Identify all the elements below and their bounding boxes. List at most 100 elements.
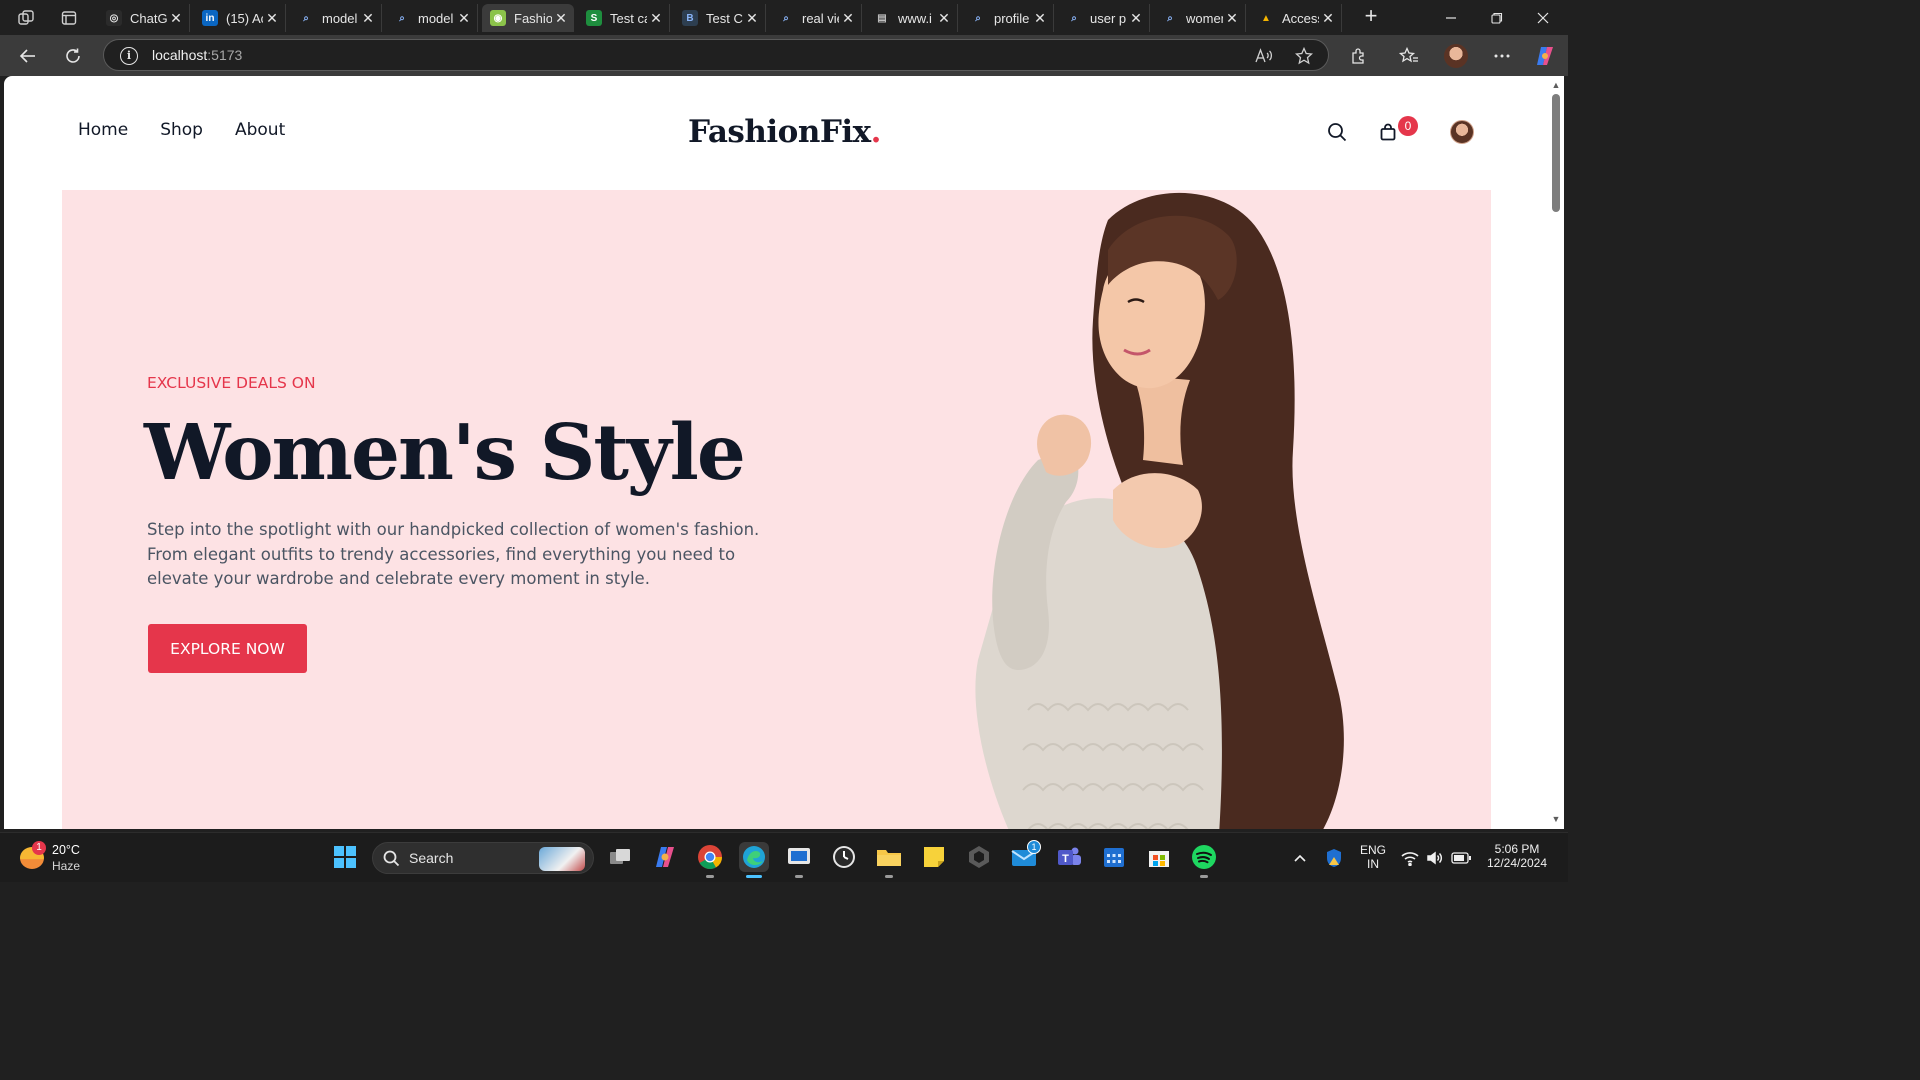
- logo-dot: .: [870, 114, 882, 150]
- site-logo[interactable]: FashionFix.: [688, 114, 881, 150]
- tab-close-icon[interactable]: ✕: [839, 10, 857, 27]
- language-indicator[interactable]: ENG IN: [1356, 843, 1390, 871]
- cart-bag-icon[interactable]: [1376, 120, 1400, 144]
- nav-link-about[interactable]: About: [235, 120, 285, 140]
- copilot-taskbar-icon[interactable]: [650, 842, 680, 872]
- taskbar-search-icon: [383, 850, 400, 867]
- show-hidden-icons-chevron-icon[interactable]: [1290, 848, 1310, 868]
- drive-icon: ▲: [1261, 12, 1271, 24]
- volume-icon[interactable]: [1425, 848, 1445, 868]
- nav-link-shop[interactable]: Shop: [160, 120, 203, 140]
- tab-close-icon[interactable]: ✕: [263, 10, 281, 27]
- battery-icon[interactable]: [1451, 848, 1471, 868]
- edge-icon[interactable]: [739, 842, 769, 878]
- restore-window-button[interactable]: [1474, 0, 1520, 35]
- read-aloud-icon[interactable]: [1253, 46, 1275, 66]
- system-clock[interactable]: 5:06 PM 12/24/2024: [1478, 842, 1556, 870]
- clock-date: 12/24/2024: [1486, 856, 1548, 870]
- remote-desktop-icon[interactable]: [784, 842, 814, 878]
- defender-shield-icon[interactable]: [1324, 848, 1344, 868]
- hero-description: Step into the spotlight with our handpic…: [147, 520, 760, 588]
- tab-title: Access: [1282, 10, 1319, 26]
- file-explorer-icon[interactable]: [874, 842, 904, 878]
- tab-close-icon[interactable]: ✕: [455, 10, 473, 27]
- scrollbar-thumb[interactable]: [1552, 94, 1560, 212]
- browser-tab[interactable]: ◎ ChatGPT✕: [98, 4, 190, 32]
- scroll-down-icon[interactable]: ▼: [1551, 814, 1561, 824]
- tab-title: Test Cases: [706, 10, 743, 26]
- browser-tab[interactable]: ⌕ model ✕: [386, 4, 478, 32]
- clock-app-icon[interactable]: [829, 842, 859, 872]
- remote-running-indicator: [795, 875, 803, 878]
- search-icon[interactable]: [1325, 120, 1349, 144]
- browser-tab[interactable]: in (15) Activity✕: [194, 4, 286, 32]
- address-host: localhost: [152, 47, 208, 63]
- more-options-icon[interactable]: [1489, 43, 1515, 69]
- tab-close-icon[interactable]: ✕: [359, 10, 377, 27]
- tab-actions-icon[interactable]: [57, 6, 81, 30]
- address-port: :5173: [207, 47, 243, 63]
- task-view-icon[interactable]: [605, 842, 635, 872]
- tab-close-icon[interactable]: ✕: [935, 10, 953, 27]
- tab-title: (15) Activity: [226, 10, 263, 26]
- tab-close-icon[interactable]: ✕: [167, 10, 185, 27]
- hero-banner: EXCLUSIVE DEALS ON Women's Style Step in…: [62, 190, 1491, 829]
- browser-tab[interactable]: ⌕ user p ✕: [1058, 4, 1150, 32]
- copilot-icon[interactable]: [1532, 43, 1558, 69]
- browser-tab[interactable]: ◉ FashionFix✕: [482, 4, 574, 32]
- address-url[interactable]: localhost:5173: [152, 47, 242, 63]
- tab-close-icon[interactable]: ✕: [552, 10, 570, 27]
- profile-avatar[interactable]: [1443, 43, 1469, 69]
- tab-title: profile: [994, 10, 1030, 26]
- tab-close-icon[interactable]: ✕: [1223, 10, 1241, 27]
- browser-tab[interactable]: ⌕ women✕: [1154, 4, 1246, 32]
- sticky-notes-icon[interactable]: [919, 842, 949, 872]
- calendar-icon[interactable]: [1099, 842, 1129, 872]
- start-windows-icon[interactable]: [330, 842, 360, 872]
- browser-tab[interactable]: ⌕ profile ✕: [962, 4, 1054, 32]
- scroll-up-icon[interactable]: ▲: [1551, 80, 1561, 90]
- browser-tab[interactable]: ▲ Access✕: [1250, 4, 1342, 32]
- favorites-icon[interactable]: [1396, 43, 1422, 69]
- workspaces-icon[interactable]: [14, 6, 38, 30]
- minimize-window-button[interactable]: [1428, 0, 1474, 35]
- user-avatar[interactable]: [1450, 120, 1474, 144]
- tab-close-icon[interactable]: ✕: [647, 10, 665, 27]
- search-icon: ⌕: [1071, 12, 1077, 24]
- spotify-icon[interactable]: [1189, 842, 1219, 878]
- back-arrow-icon[interactable]: [15, 43, 41, 69]
- new-tab-button[interactable]: +: [1358, 4, 1384, 30]
- browser-tab[interactable]: S Test cases✕: [578, 4, 670, 32]
- unity-icon[interactable]: [964, 842, 994, 872]
- teams-icon[interactable]: T: [1054, 842, 1084, 872]
- weather-condition: Haze: [52, 859, 81, 873]
- spotify-running-indicator: [1200, 875, 1208, 878]
- extensions-icon[interactable]: [1346, 43, 1372, 69]
- nav-link-home[interactable]: Home: [78, 120, 128, 140]
- favorite-star-icon[interactable]: [1293, 46, 1315, 66]
- close-window-button[interactable]: [1520, 0, 1566, 35]
- browser-tab[interactable]: ⌕ real view✕: [770, 4, 862, 32]
- browser-tab[interactable]: ⌕ model ✕: [290, 4, 382, 32]
- tab-close-icon[interactable]: ✕: [1319, 10, 1337, 27]
- tab-title: user p: [1090, 10, 1127, 26]
- taskbar-search[interactable]: Search: [372, 842, 594, 874]
- hero-model-image: [975, 192, 1344, 829]
- tab-close-icon[interactable]: ✕: [1127, 10, 1145, 27]
- refresh-icon[interactable]: [60, 43, 86, 69]
- address-bar[interactable]: i localhost:5173: [103, 39, 1329, 71]
- page-scrollbar[interactable]: ▲ ▼: [1548, 76, 1564, 829]
- explore-now-button[interactable]: EXPLORE NOW: [148, 624, 307, 673]
- tab-close-icon[interactable]: ✕: [1031, 10, 1049, 27]
- weather-widget[interactable]: 1 20°C Haze: [18, 841, 118, 875]
- svg-text:T: T: [1062, 853, 1069, 865]
- wifi-icon[interactable]: [1400, 848, 1420, 868]
- tab-title: women: [1186, 10, 1223, 26]
- site-info-icon[interactable]: i: [120, 47, 138, 65]
- chrome-icon[interactable]: [695, 842, 725, 878]
- browser-tab[interactable]: B Test Cases✕: [674, 4, 766, 32]
- store-icon[interactable]: [1144, 842, 1174, 872]
- mail-icon[interactable]: 1: [1009, 840, 1041, 872]
- tab-close-icon[interactable]: ✕: [743, 10, 761, 27]
- browser-tab[interactable]: ▤ www.i ✕: [866, 4, 958, 32]
